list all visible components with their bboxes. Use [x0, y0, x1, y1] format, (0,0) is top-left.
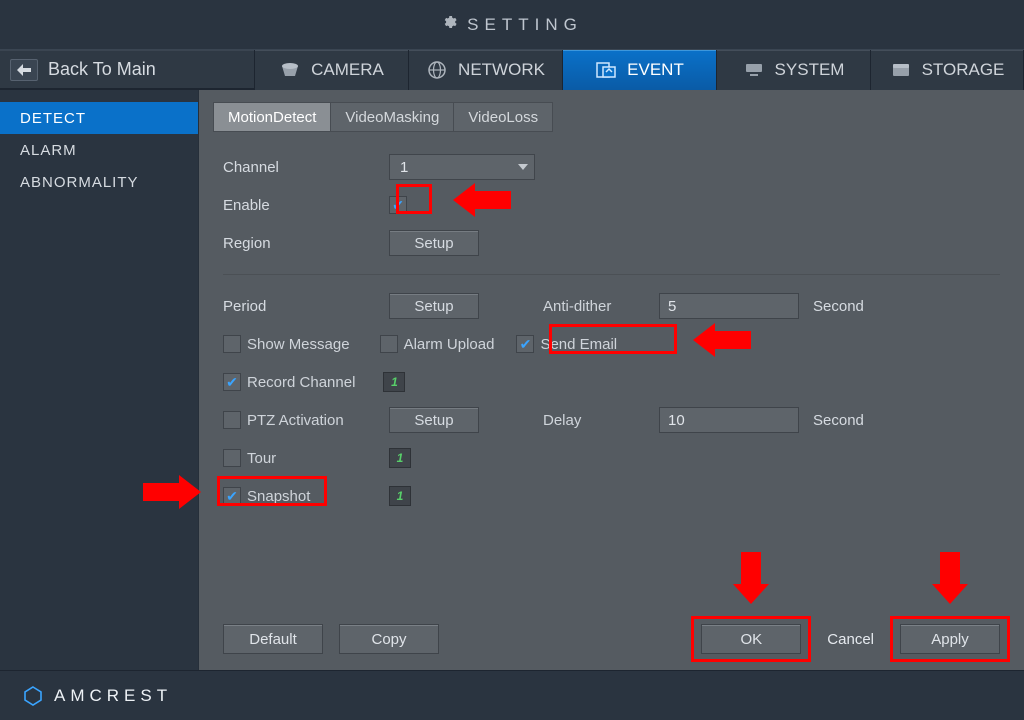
brand-name: AMCREST: [54, 686, 172, 706]
globe-icon: [426, 61, 448, 79]
annotation-arrow-icon: [693, 331, 751, 349]
apply-button[interactable]: Apply: [900, 624, 1000, 654]
ok-button[interactable]: OK: [701, 624, 801, 654]
channel-label: Channel: [223, 159, 383, 176]
event-icon: [595, 61, 617, 79]
show-message-checkbox[interactable]: [223, 335, 241, 353]
chevron-down-icon: [518, 164, 528, 170]
anti-dither-label: Anti-dither: [543, 298, 653, 315]
subtab-video-masking[interactable]: VideoMasking: [330, 102, 453, 132]
delay-input[interactable]: 10: [659, 407, 799, 433]
subtab-video-loss[interactable]: VideoLoss: [453, 102, 553, 132]
subtab-motion-detect[interactable]: MotionDetect: [213, 102, 330, 132]
back-label: Back To Main: [48, 59, 156, 80]
ptz-setup-button[interactable]: Setup: [389, 407, 479, 433]
nav-tab-system[interactable]: SYSTEM: [716, 50, 870, 90]
nav-tab-label: NETWORK: [458, 60, 545, 80]
ptz-activation-label: PTZ Activation: [247, 412, 344, 429]
channel-select[interactable]: 1: [389, 154, 535, 180]
system-icon: [743, 61, 765, 79]
nav-tab-label: CAMERA: [311, 60, 384, 80]
snapshot-1-button[interactable]: 1: [389, 486, 411, 506]
back-arrow-icon: [10, 59, 38, 81]
nav-tab-storage[interactable]: STORAGE: [870, 50, 1024, 90]
main-panel: MotionDetect VideoMasking VideoLoss Chan…: [198, 90, 1024, 670]
nav-tab-label: EVENT: [627, 60, 684, 80]
snapshot-label: Snapshot: [247, 488, 310, 505]
tour-label: Tour: [247, 450, 276, 467]
body: DETECT ALARM ABNORMALITY MotionDetect Vi…: [0, 90, 1024, 670]
annotation-arrow-icon: [741, 552, 761, 584]
subtabs: MotionDetect VideoMasking VideoLoss: [213, 102, 1010, 132]
record-channel-1-button[interactable]: 1: [383, 372, 405, 392]
period-setup-button[interactable]: Setup: [389, 293, 479, 319]
second-label: Second: [813, 298, 864, 315]
delay-label: Delay: [543, 412, 653, 429]
nav-tab-event[interactable]: EVENT: [562, 50, 716, 90]
app-title: SETTING: [467, 15, 583, 35]
nav-tab-camera[interactable]: CAMERA: [254, 50, 408, 90]
divider: [223, 274, 1000, 275]
show-message-label: Show Message: [247, 336, 350, 353]
anti-dither-input[interactable]: 5: [659, 293, 799, 319]
form-area: Channel 1 Enable Region Setup Period: [213, 150, 1010, 513]
copy-button[interactable]: Copy: [339, 624, 439, 654]
region-setup-button[interactable]: Setup: [389, 230, 479, 256]
camera-icon: [279, 61, 301, 79]
sidebar-item-detect[interactable]: DETECT: [0, 102, 198, 134]
record-channel-checkbox[interactable]: [223, 373, 241, 391]
record-channel-label: Record Channel: [247, 374, 355, 391]
snapshot-checkbox[interactable]: [223, 487, 241, 505]
sidebar-item-alarm[interactable]: ALARM: [0, 134, 198, 166]
navbar: Back To Main CAMERA NETWORK EVENT SYSTEM: [0, 50, 1024, 90]
nav-tab-network[interactable]: NETWORK: [408, 50, 562, 90]
send-email-checkbox[interactable]: [516, 335, 534, 353]
ptz-activation-checkbox[interactable]: [223, 411, 241, 429]
alarm-upload-label: Alarm Upload: [404, 336, 495, 353]
app-header: SETTING: [0, 0, 1024, 50]
footer-buttons: Default Copy OK Cancel Apply: [223, 624, 1000, 654]
nav-tab-label: SYSTEM: [775, 60, 845, 80]
back-to-main-button[interactable]: Back To Main: [0, 50, 174, 90]
annotation-arrow-icon: [940, 552, 960, 584]
cancel-button[interactable]: Cancel: [817, 631, 884, 648]
enable-checkbox[interactable]: [389, 196, 407, 214]
default-button[interactable]: Default: [223, 624, 323, 654]
second-label: Second: [813, 412, 864, 429]
annotation-arrow-icon: [453, 191, 511, 209]
storage-icon: [890, 61, 912, 79]
sidebar: DETECT ALARM ABNORMALITY: [0, 90, 198, 670]
tour-checkbox[interactable]: [223, 449, 241, 467]
period-label: Period: [223, 298, 383, 315]
send-email-label: Send Email: [540, 336, 617, 353]
region-label: Region: [223, 235, 383, 252]
brand-footer: AMCREST: [0, 670, 1024, 720]
nav-tabs: CAMERA NETWORK EVENT SYSTEM STORAGE: [254, 50, 1024, 90]
channel-value: 1: [400, 159, 408, 176]
enable-label: Enable: [223, 197, 383, 214]
sidebar-item-abnormality[interactable]: ABNORMALITY: [0, 166, 198, 198]
gear-icon: [441, 14, 457, 35]
tour-1-button[interactable]: 1: [389, 448, 411, 468]
nav-tab-label: STORAGE: [922, 60, 1005, 80]
brand-logo-icon: [22, 685, 44, 707]
alarm-upload-checkbox[interactable]: [380, 335, 398, 353]
